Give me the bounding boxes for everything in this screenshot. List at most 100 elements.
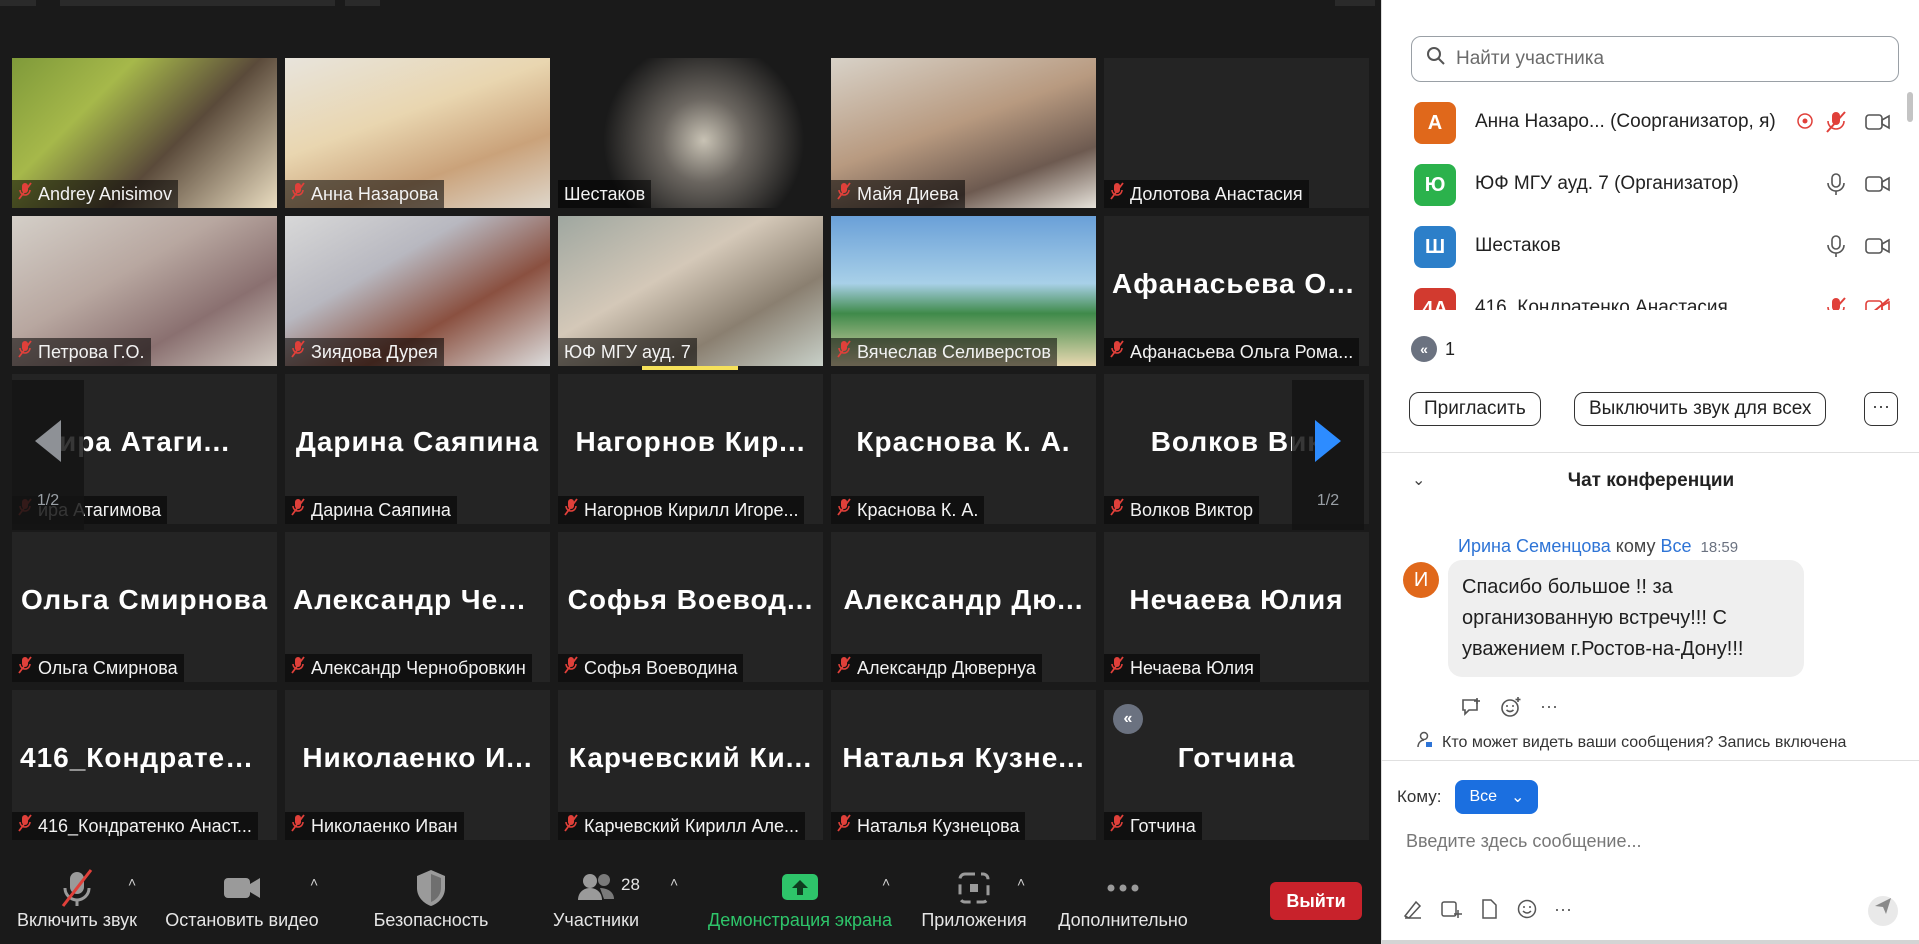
raised-hand-icon[interactable]: « — [1113, 704, 1143, 734]
tile-name-text: Нагорнов Кирилл Игоре... — [584, 500, 799, 520]
unmute-button[interactable]: Включить звук — [14, 848, 140, 944]
video-camera-icon[interactable] — [1865, 174, 1891, 199]
participant-row[interactable]: Ю ЮФ МГУ ауд. 7 (Организатор) — [1382, 154, 1919, 216]
tile-name-text: Готчина — [1130, 816, 1196, 836]
share-screen-button[interactable]: Демонстрация экрана — [700, 848, 900, 944]
invite-button[interactable]: Пригласить — [1409, 392, 1541, 426]
participant-tile[interactable]: ЮФ МГУ ауд. 7 — [558, 216, 823, 366]
avatar: Ш — [1414, 226, 1456, 268]
mic-icon[interactable] — [1825, 172, 1847, 201]
mic-muted-icon — [837, 180, 851, 208]
participant-tile[interactable]: Шестаков — [558, 58, 823, 208]
tile-name-label: Дарина Саяпина — [285, 496, 457, 524]
caret-up-icon[interactable]: ˄ — [1017, 874, 1025, 890]
tile-name-label: 416_Кондратенко Анаст... — [12, 812, 258, 840]
raised-hands-row[interactable]: « 1 — [1411, 336, 1455, 362]
participant-tile[interactable]: Софья Воевод... Софья Воеводина — [558, 532, 823, 682]
participant-tile[interactable]: Петрова Г.О. — [12, 216, 277, 366]
prev-page-button[interactable]: 1/2 — [12, 380, 84, 530]
tile-display-name: Дарина Саяпина — [295, 426, 540, 457]
participant-tile[interactable]: Карчевский Ки... Карчевский Кирилл Але... — [558, 690, 823, 840]
security-button[interactable]: Безопасность — [366, 848, 496, 944]
screenshot-icon[interactable] — [1440, 898, 1462, 925]
mic-muted-icon[interactable] — [1825, 110, 1847, 139]
stop-video-button[interactable]: Остановить видео — [162, 848, 322, 944]
participants-button[interactable]: Участники — [540, 848, 652, 944]
top-strip-segment — [1335, 0, 1375, 6]
send-button[interactable] — [1868, 896, 1898, 926]
participant-tile[interactable]: Анна Назарова — [285, 58, 550, 208]
tile-name-text: Карчевский Кирилл Але... — [584, 816, 799, 836]
search-input[interactable] — [1456, 48, 1876, 70]
next-page-button[interactable]: 1/2 — [1292, 380, 1364, 530]
participant-scrollbar[interactable] — [1907, 92, 1913, 122]
participant-tile[interactable]: Готчина Готчина — [1104, 690, 1369, 840]
more-dots-icon[interactable]: ··· — [1554, 898, 1572, 925]
participant-tile[interactable]: Николаенко И... Николаенко Иван — [285, 690, 550, 840]
tile-name-text: Майя Диева — [857, 184, 959, 204]
mic-muted-icon — [837, 654, 851, 682]
mute-all-button[interactable]: Выключить звук для всех — [1574, 392, 1827, 426]
video-camera-icon[interactable] — [1865, 236, 1891, 261]
panel-more-button[interactable]: ··· — [1864, 392, 1898, 426]
tile-display-name: Краснова К. А. — [856, 426, 1071, 457]
reply-icon[interactable] — [1460, 696, 1482, 723]
chat-input[interactable] — [1406, 826, 1886, 856]
visibility-notice[interactable]: Кто может видеть ваши сообщения? Запись … — [1416, 731, 1846, 754]
participant-search[interactable] — [1411, 36, 1899, 82]
participant-tile[interactable]: Ольга Смирнова Ольга Смирнова — [12, 532, 277, 682]
leave-button[interactable]: Выйти — [1270, 882, 1362, 920]
participant-tile[interactable]: Краснова К. А. Краснова К. А. — [831, 374, 1096, 524]
participant-tile[interactable]: Майя Диева — [831, 58, 1096, 208]
tile-name-text: Нечаева Юлия — [1130, 658, 1254, 678]
format-text-icon[interactable] — [1402, 898, 1424, 925]
mic-muted-icon — [18, 654, 32, 682]
search-icon — [1426, 46, 1446, 72]
participant-row[interactable]: Ш Шестаков — [1382, 216, 1919, 278]
tile-name-label: Andrey Anisimov — [12, 180, 179, 208]
emoji-reaction-icon[interactable] — [1500, 696, 1522, 723]
participant-tile[interactable]: Зиядова Дурея — [285, 216, 550, 366]
participant-row[interactable]: 4А 416_Кондратенко Анастасия — [1382, 278, 1919, 310]
tile-name-text: Петрова Г.О. — [38, 342, 145, 362]
participant-tile[interactable]: Вячеслав Селиверстов — [831, 216, 1096, 366]
mic-muted-icon — [291, 338, 305, 366]
mic-muted-icon — [291, 180, 305, 208]
more-dots-icon[interactable]: ··· — [1540, 696, 1558, 723]
more-button[interactable]: Дополнительно — [1052, 848, 1194, 944]
caret-up-icon[interactable]: ˄ — [128, 874, 136, 890]
participant-tile[interactable]: 416_Кондратен... 416_Кондратенко Анаст... — [12, 690, 277, 840]
tile-name-label: Нечаева Юлия — [1104, 654, 1260, 682]
tile-name-text: Николаенко Иван — [311, 816, 458, 836]
message-recipient[interactable]: Все — [1660, 536, 1691, 556]
caret-up-icon[interactable]: ˄ — [882, 874, 890, 890]
participant-row[interactable]: А Анна Назаро... (Соорганизатор, я) — [1382, 92, 1919, 154]
more-label: Дополнительно — [1058, 910, 1188, 930]
tile-display-name: Нечаева Юлия — [1129, 584, 1344, 615]
participant-tile[interactable]: Александр Чер... Александр Чернобровкин — [285, 532, 550, 682]
recipient-label: Кому: — [1397, 787, 1442, 806]
participant-tile[interactable]: Наталья Кузне... Наталья Кузнецова — [831, 690, 1096, 840]
caret-up-icon[interactable]: ˄ — [310, 874, 318, 890]
video-camera-icon[interactable] — [1865, 112, 1891, 137]
participant-tile[interactable]: Долотова Анастасия — [1104, 58, 1369, 208]
tile-name-label: Анна Назарова — [285, 180, 445, 208]
apps-button[interactable]: Приложения — [916, 848, 1032, 944]
emoji-icon[interactable] — [1516, 898, 1538, 925]
participant-tile[interactable]: Афанасьева Ол... Афанасьева Ольга Рома... — [1104, 216, 1369, 366]
participant-tile[interactable]: Andrey Anisimov — [12, 58, 277, 208]
mic-icon[interactable] — [1825, 234, 1847, 263]
participant-tile[interactable]: Дарина Саяпина Дарина Саяпина — [285, 374, 550, 524]
message-bubble: Спасибо большое !! за организованную вст… — [1448, 560, 1804, 677]
participant-name: 416_Кондратенко Анастасия — [1475, 297, 1728, 310]
mic-muted-icon[interactable] — [1825, 296, 1847, 310]
recipient-dropdown[interactable]: Все ⌄ — [1455, 780, 1539, 814]
caret-up-icon[interactable]: ˄ — [670, 874, 678, 890]
mic-muted-icon — [1110, 180, 1124, 208]
participant-tile[interactable]: Александр Дю... Александр Дювернуа — [831, 532, 1096, 682]
participant-tile[interactable]: Нечаева Юлия Нечаева Юлия — [1104, 532, 1369, 682]
message-sender[interactable]: Ирина Семенцова — [1458, 536, 1611, 556]
file-icon[interactable] — [1478, 898, 1500, 925]
video-off-icon[interactable] — [1865, 298, 1891, 310]
participant-tile[interactable]: Нагорнов Кир... Нагорнов Кирилл Игоре... — [558, 374, 823, 524]
